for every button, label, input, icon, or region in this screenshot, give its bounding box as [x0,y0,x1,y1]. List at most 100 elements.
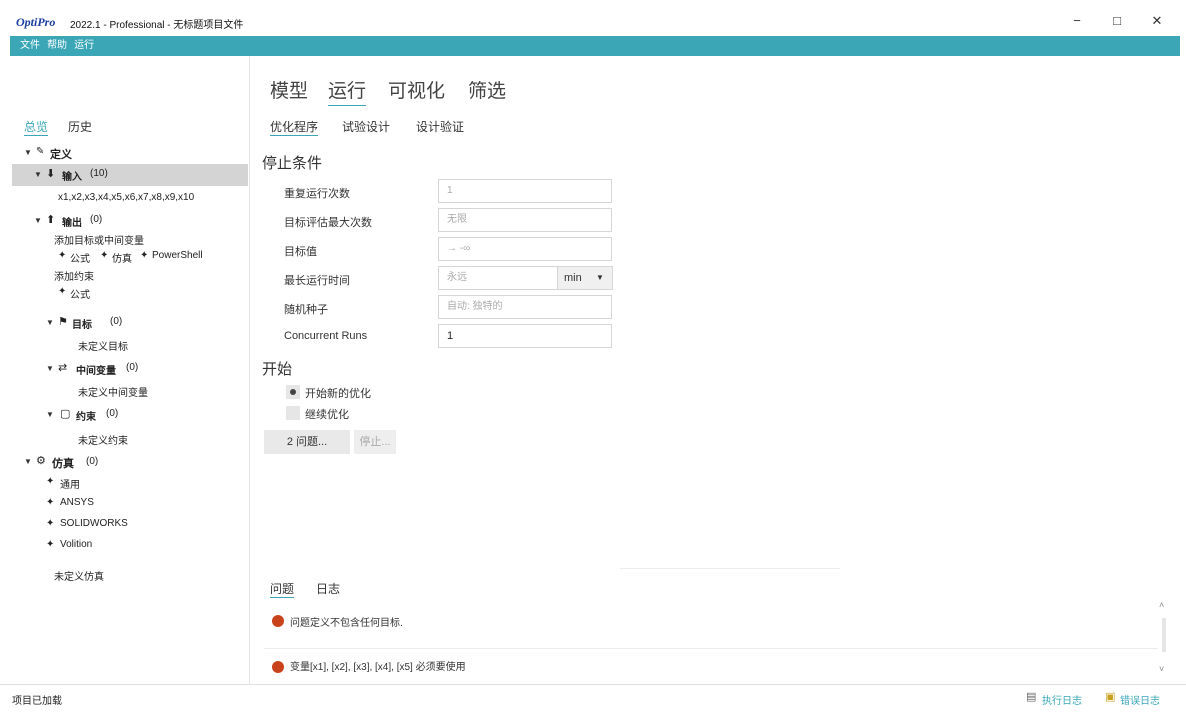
add-constraint-hint: 添加约束 [54,272,94,283]
error-log-icon: ▣ [1105,691,1116,703]
left-panel: 总览 历史 ▼ ✎ 定义 ▼ ⬇ 输入 (10) x1,x2,x3,x4,x5,… [10,56,250,684]
start-title: 开始 [262,361,293,378]
add-formula-link[interactable]: 公式 [70,250,90,265]
concurrent-runs-input[interactable]: 1 [438,324,612,348]
plus-icon: ✦ [46,497,55,508]
expand-inputs-icon[interactable]: ▼ [34,170,42,179]
radio-continue-optimization[interactable] [286,406,300,420]
splitter-handle[interactable] [620,568,840,569]
plus-icon: ✦ [58,286,67,297]
tab-visualize[interactable]: 可视化 [388,76,445,103]
error-icon [272,661,284,673]
status-text: 项目已加载 [12,696,62,707]
sim-generic-link[interactable]: 通用 [60,476,80,491]
tab-overview[interactable]: 总览 [24,118,49,136]
outputs-count: (0) [90,214,103,225]
chevron-down-icon: ▼ [596,273,604,282]
issue-divider [264,648,1158,649]
tree-simulation[interactable]: 仿真 [52,455,74,471]
close-button[interactable]: ✕ [1142,10,1172,32]
plus-icon: ✦ [46,476,55,487]
issue-item: 问题定义不包含任何目标. [290,618,403,629]
menu-run[interactable]: 运行 [74,36,94,56]
add-powershell-link[interactable]: PowerShell [152,250,203,261]
issue-item: 变量[x1], [x2], [x3], [x4], [x5] 必须要使用 [290,662,466,673]
tree-inputs[interactable]: 输入 [62,168,82,183]
sim-volition-link[interactable]: Volition [60,539,92,550]
expand-constraints-icon[interactable]: ▼ [46,410,54,419]
subtab-optimizer[interactable]: 优化程序 [270,118,319,136]
tab-filter[interactable]: 筛选 [468,76,506,103]
minimize-button[interactable]: − [1062,10,1092,32]
time-unit-value: min [564,272,582,284]
plus-icon: ✦ [140,250,149,261]
simulation-empty: 未定义仿真 [54,572,104,583]
edit-icon: ✎ [36,146,45,157]
error-log-button[interactable]: 错误日志 [1120,692,1160,707]
tab-model[interactable]: 模型 [270,76,308,103]
inputs-variable-list: x1,x2,x3,x4,x5,x6,x7,x8,x9,x10 [58,192,195,203]
tree-outputs[interactable]: 输出 [62,214,82,229]
tab-run[interactable]: 运行 [328,76,367,106]
scroll-down-icon[interactable]: ˅ [1159,664,1164,674]
sim-solidworks-link[interactable]: SOLIDWORKS [60,518,128,529]
input-icon: ⬇ [46,168,56,180]
add-constraint-formula-link[interactable]: 公式 [70,286,90,301]
scroll-thumb[interactable] [1162,618,1166,652]
log-file-icon: ▤ [1026,691,1037,703]
target-value-input[interactable]: → -∞ [438,237,612,261]
menu-help[interactable]: 帮助 [47,36,67,56]
constraints-count: (0) [106,408,119,419]
new-optimization-label: 开始新的优化 [305,388,371,400]
target-value-label: 目标值 [284,246,317,258]
max-time-label: 最长运行时间 [284,275,350,287]
expand-definition-icon[interactable]: ▼ [24,148,32,157]
continue-optimization-label: 继续优化 [305,409,349,421]
subtab-doe[interactable]: 试验设计 [342,118,390,135]
max-time-input[interactable]: 永远 [438,266,558,290]
issues-scrollbar[interactable]: ˄ ˅ [1158,600,1170,684]
repeat-runs-label: 重复运行次数 [284,188,350,200]
tree-definition[interactable]: 定义 [50,146,72,162]
plus-icon: ✦ [46,518,55,529]
expand-outputs-icon[interactable]: ▼ [34,216,42,225]
gear-icon: ⚙ [36,455,46,467]
execution-log-button[interactable]: 执行日志 [1042,692,1082,707]
scroll-up-icon[interactable]: ˄ [1159,600,1164,610]
flag-icon: ⚑ [58,316,68,328]
menu-file[interactable]: 文件 [20,36,40,56]
stop-button[interactable]: 停止... [354,430,396,454]
repeat-runs-input[interactable]: 1 [438,179,612,203]
output-icon: ⬆ [46,214,56,226]
tab-log[interactable]: 日志 [316,580,340,597]
max-evals-label: 目标评估最大次数 [284,217,372,229]
tree-objectives[interactable]: 目标 [72,316,92,331]
subtab-verification[interactable]: 设计验证 [416,118,464,135]
max-evals-input[interactable]: 无限 [438,208,612,232]
tree-intermediates[interactable]: 中间变量 [76,362,116,377]
tab-issues[interactable]: 问题 [270,580,295,598]
sim-ansys-link[interactable]: ANSYS [60,497,94,508]
maximize-button[interactable]: □ [1102,10,1132,32]
radio-new-optimization[interactable] [286,385,300,399]
random-seed-input[interactable]: 自动: 独特的 [438,295,612,319]
tree-constraints[interactable]: 约束 [76,408,96,423]
expand-simulation-icon[interactable]: ▼ [24,457,32,466]
expand-intermediates-icon[interactable]: ▼ [46,364,54,373]
random-seed-label: 随机种子 [284,304,328,316]
simulation-count: (0) [86,456,99,467]
title-bar: OptiPro 2022.1 - Professional - 无标题项目文件 … [0,0,1186,36]
plus-icon: ✦ [58,250,67,261]
tab-history[interactable]: 历史 [68,118,92,135]
objectives-empty: 未定义目标 [78,342,128,353]
plus-icon: ✦ [46,539,55,550]
expand-objectives-icon[interactable]: ▼ [46,318,54,327]
main-panel: 模型 运行 可视化 筛选 优化程序 试验设计 设计验证 停止条件 重复运行次数 … [250,56,1180,684]
add-simulation-link[interactable]: 仿真 [112,250,132,265]
objectives-count: (0) [110,316,123,327]
concurrent-runs-label: Concurrent Runs [284,330,368,342]
window-title: 2022.1 - Professional - 无标题项目文件 [70,20,244,31]
problems-button[interactable]: 2 问题... [264,430,350,454]
menu-bar: 文件 帮助 运行 [10,36,1180,56]
time-unit-select[interactable]: min ▼ [557,266,613,290]
